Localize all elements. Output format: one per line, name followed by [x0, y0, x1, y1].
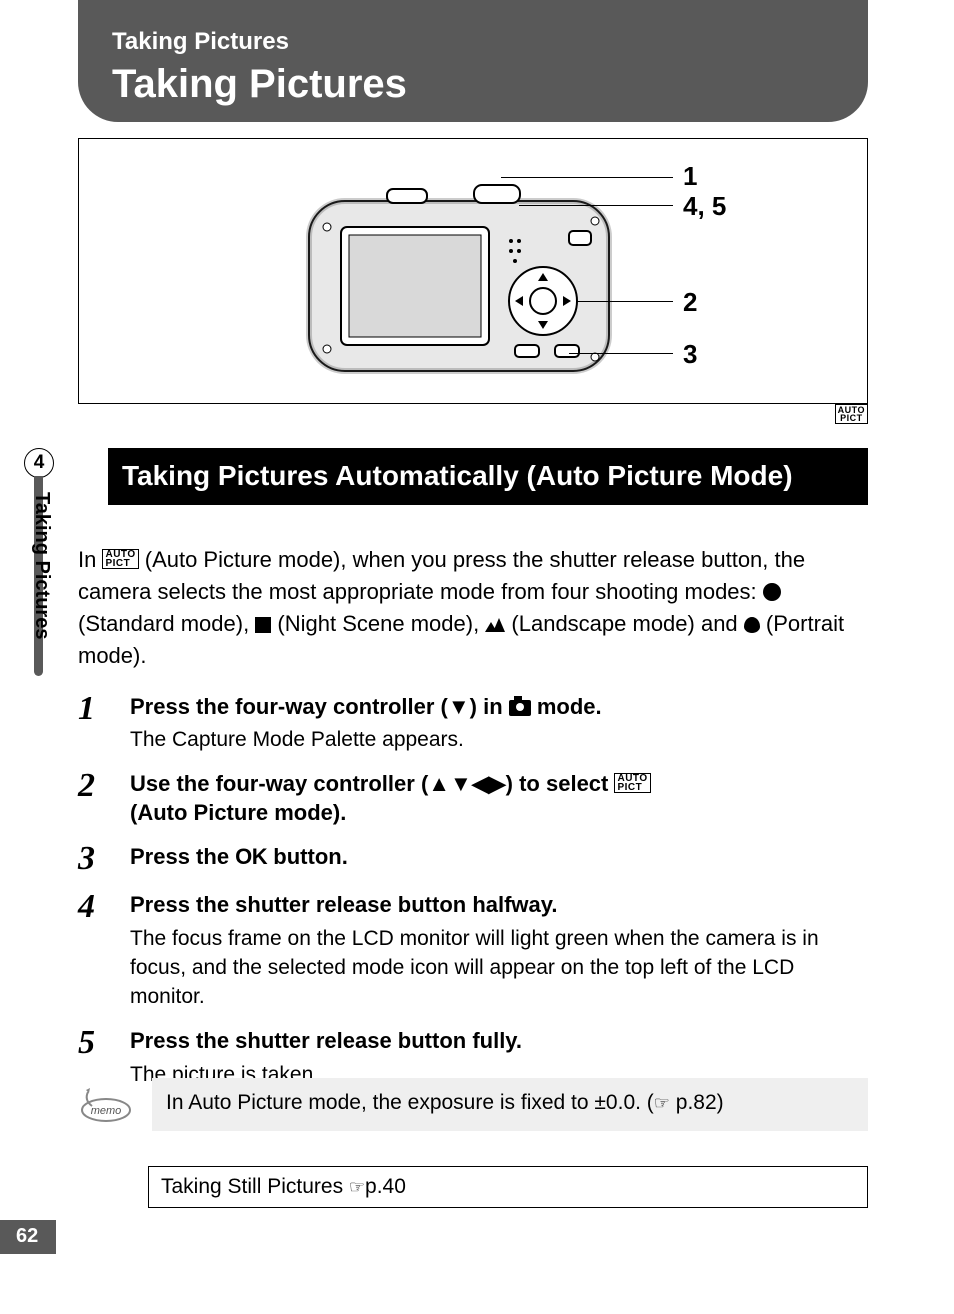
callout-2: 2: [683, 287, 697, 318]
step-desc: The Capture Mode Palette appears.: [130, 725, 868, 754]
reference-box: Taking Still Pictures ☞p.40: [148, 1166, 868, 1208]
auto-pict-inline-icon: AUTOPICT: [614, 773, 650, 793]
step-number: 3: [78, 842, 130, 876]
callout-3: 3: [683, 339, 697, 370]
header-breadcrumb: Taking Pictures: [112, 28, 838, 56]
chapter-number-badge: 4: [24, 448, 54, 478]
step-title: Press the OK button.: [130, 842, 868, 872]
step-number: 4: [78, 890, 130, 1012]
step-number: 2: [78, 769, 130, 828]
step-4: 4 Press the shutter release button halfw…: [78, 890, 868, 1012]
memo-box: In Auto Picture mode, the exposure is fi…: [152, 1078, 868, 1131]
memo-row: memo In Auto Picture mode, the exposure …: [78, 1078, 868, 1131]
step-1: 1 Press the four-way controller (▼) in m…: [78, 692, 868, 755]
side-tab-label: Taking Pictures: [30, 492, 53, 639]
standard-mode-icon: [763, 583, 781, 601]
callout-45: 4, 5: [683, 191, 726, 222]
page-header: Taking Pictures Taking Pictures: [78, 0, 868, 122]
intro-paragraph: In AUTOPICT (Auto Picture mode), when yo…: [78, 544, 868, 672]
portrait-mode-icon: [744, 617, 760, 633]
step-title: Press the shutter release button fully.: [130, 1026, 868, 1056]
section-heading: Taking Pictures Automatically (Auto Pict…: [108, 448, 868, 505]
camera-diagram-box: 1 4, 5 2 3: [78, 138, 868, 404]
camera-illustration: [299, 161, 619, 391]
step-2: 2 Use the four-way controller (▲▼◀▶) to …: [78, 769, 868, 828]
auto-pict-badge: AUTOPICT: [835, 404, 868, 424]
steps-list: 1 Press the four-way controller (▼) in m…: [78, 692, 868, 1089]
step-title: Press the shutter release button halfway…: [130, 890, 868, 920]
landscape-mode-icon: [485, 618, 505, 632]
header-title: Taking Pictures: [112, 62, 838, 107]
pointer-icon: ☞: [349, 1177, 365, 1197]
night-scene-mode-icon: [255, 617, 271, 633]
step-number: 1: [78, 692, 130, 755]
page-number: 62: [16, 1225, 38, 1248]
step-title: Press the four-way controller (▼) in mod…: [130, 692, 868, 722]
step-desc: The focus frame on the LCD monitor will …: [130, 924, 868, 1012]
pointer-icon: ☞: [654, 1093, 670, 1113]
auto-pict-inline-icon: AUTOPICT: [102, 549, 138, 569]
step-title: Use the four-way controller (▲▼◀▶) to se…: [130, 769, 868, 828]
memo-icon: memo: [78, 1082, 134, 1122]
svg-text:memo: memo: [91, 1105, 122, 1117]
ok-button-label: OK: [235, 844, 267, 869]
step-3: 3 Press the OK button.: [78, 842, 868, 876]
callout-1: 1: [683, 161, 697, 192]
camera-mode-icon: [509, 700, 531, 716]
